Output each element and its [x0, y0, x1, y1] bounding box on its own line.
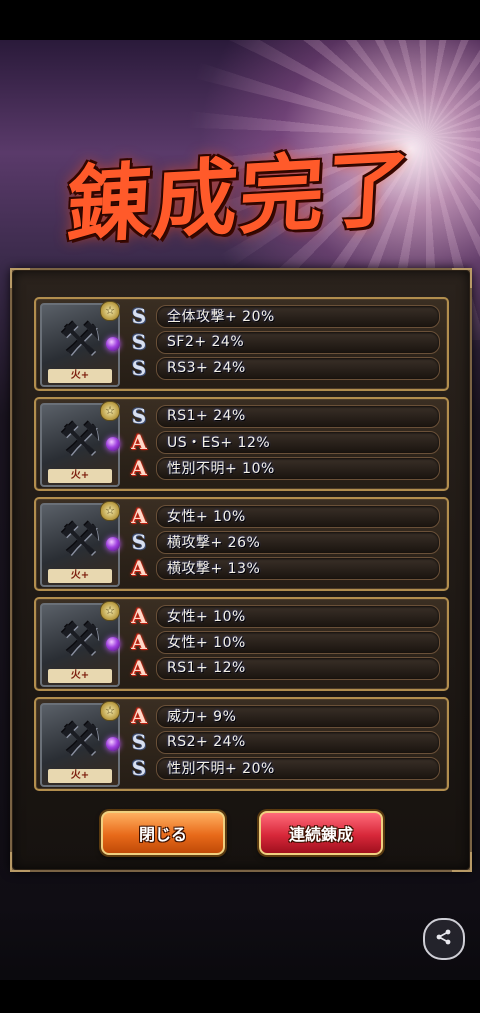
forge-result-card: ⚒ ☆ 火+ S 全体攻撃+ 20% S SF2+ 24% S RS3+ 24% — [34, 297, 449, 391]
forge-effect-text: 性別不明+ 20% — [156, 756, 440, 780]
rank-a-icon: A — [131, 430, 147, 454]
rank-s-icon: S — [131, 730, 147, 754]
forge-effect-list: A 女性+ 10% A 女性+ 10% A RS1+ 12% — [128, 603, 440, 681]
forge-effect-text: 性別不明+ 10% — [156, 456, 440, 480]
forge-effect-row: A 女性+ 10% — [128, 629, 440, 655]
rank-a-icon: A — [131, 504, 147, 528]
forge-effect-text: 全体攻撃+ 20% — [156, 304, 440, 328]
rank-a-icon: A — [131, 456, 147, 480]
forge-effect-text: SF2+ 24% — [156, 330, 440, 354]
forge-orb-icon — [106, 737, 120, 751]
rank-a-icon: A — [131, 556, 147, 580]
forge-effect-row: A 横攻撃+ 13% — [128, 555, 440, 581]
forge-result-card: ⚒ ☆ 火+ A 女性+ 10% S 横攻撃+ 26% A 横攻撃+ 13% — [34, 497, 449, 591]
share-icon — [435, 928, 453, 951]
forge-effect-text: RS3+ 24% — [156, 356, 440, 380]
forge-effect-row: A 威力+ 9% — [128, 703, 440, 729]
forge-effect-row: A 性別不明+ 10% — [128, 455, 440, 481]
rank-badge-icon: ☆ — [100, 301, 120, 321]
element-tag: 火+ — [48, 569, 112, 583]
corner-ornament — [452, 852, 472, 872]
corner-ornament — [452, 268, 472, 288]
forge-effect-list: A 威力+ 9% S RS2+ 24% S 性別不明+ 20% — [128, 703, 440, 781]
rank-a-icon: A — [131, 604, 147, 628]
forge-result-card: ⚒ ☆ 火+ A 女性+ 10% A 女性+ 10% A RS1+ 12% — [34, 597, 449, 691]
continuous-forge-button[interactable]: 連続錬成 — [259, 811, 383, 855]
forge-effect-row: S RS1+ 24% — [128, 403, 440, 429]
rank-badge-icon: ☆ — [100, 501, 120, 521]
forge-effect-list: A 女性+ 10% S 横攻撃+ 26% A 横攻撃+ 13% — [128, 503, 440, 581]
forge-orb-icon — [106, 637, 120, 651]
forge-effect-text: 女性+ 10% — [156, 630, 440, 654]
rank-s-icon: S — [131, 304, 147, 328]
forge-effect-row: S RS3+ 24% — [128, 355, 440, 381]
forge-effect-text: 横攻撃+ 26% — [156, 530, 440, 554]
forge-effect-list: S RS1+ 24% A US・ES+ 12% A 性別不明+ 10% — [128, 403, 440, 481]
background-fade — [0, 910, 480, 980]
element-tag: 火+ — [48, 769, 112, 783]
rank-a-icon: A — [131, 630, 147, 654]
forge-effect-text: 女性+ 10% — [156, 504, 440, 528]
rank-a-icon: A — [131, 656, 147, 680]
forge-effect-text: 女性+ 10% — [156, 604, 440, 628]
share-button[interactable] — [423, 918, 465, 960]
rank-s-icon: S — [131, 404, 147, 428]
corner-ornament — [10, 852, 30, 872]
close-button[interactable]: 閉じる — [101, 811, 225, 855]
forge-effect-row: S 全体攻撃+ 20% — [128, 303, 440, 329]
forge-orb-icon — [106, 537, 120, 551]
forge-effect-list: S 全体攻撃+ 20% S SF2+ 24% S RS3+ 24% — [128, 303, 440, 381]
forge-effect-text: 威力+ 9% — [156, 704, 440, 728]
forge-effect-text: RS1+ 24% — [156, 404, 440, 428]
result-title: 錬成完了 — [64, 137, 415, 255]
forge-effect-row: A 女性+ 10% — [128, 603, 440, 629]
element-tag: 火+ — [48, 469, 112, 483]
forge-effect-row: S 横攻撃+ 26% — [128, 529, 440, 555]
forge-effect-text: RS1+ 12% — [156, 656, 440, 680]
forge-result-card: ⚒ ☆ 火+ A 威力+ 9% S RS2+ 24% S 性別不明+ 20% — [34, 697, 449, 791]
rank-s-icon: S — [131, 356, 147, 380]
forge-effect-row: A US・ES+ 12% — [128, 429, 440, 455]
rank-s-icon: S — [131, 756, 147, 780]
element-tag: 火+ — [48, 369, 112, 383]
rank-badge-icon: ☆ — [100, 601, 120, 621]
rank-badge-icon: ☆ — [100, 701, 120, 721]
rank-s-icon: S — [131, 330, 147, 354]
rank-s-icon: S — [131, 530, 147, 554]
forge-effect-row: S 性別不明+ 20% — [128, 755, 440, 781]
rank-a-icon: A — [131, 704, 147, 728]
status-bar — [0, 0, 480, 40]
forge-effect-row: S SF2+ 24% — [128, 329, 440, 355]
rank-badge-icon: ☆ — [100, 401, 120, 421]
forge-effect-row: A RS1+ 12% — [128, 655, 440, 681]
forge-effect-text: US・ES+ 12% — [156, 430, 440, 454]
corner-ornament — [10, 268, 30, 288]
forge-effect-text: 横攻撃+ 13% — [156, 556, 440, 580]
element-tag: 火+ — [48, 669, 112, 683]
forge-result-card: ⚒ ☆ 火+ S RS1+ 24% A US・ES+ 12% A 性別不明+ 10% — [34, 397, 449, 491]
forge-orb-icon — [106, 437, 120, 451]
forge-orb-icon — [106, 337, 120, 351]
forge-effect-row: S RS2+ 24% — [128, 729, 440, 755]
forge-effect-row: A 女性+ 10% — [128, 503, 440, 529]
navigation-bar — [0, 980, 480, 1013]
forge-effect-text: RS2+ 24% — [156, 730, 440, 754]
